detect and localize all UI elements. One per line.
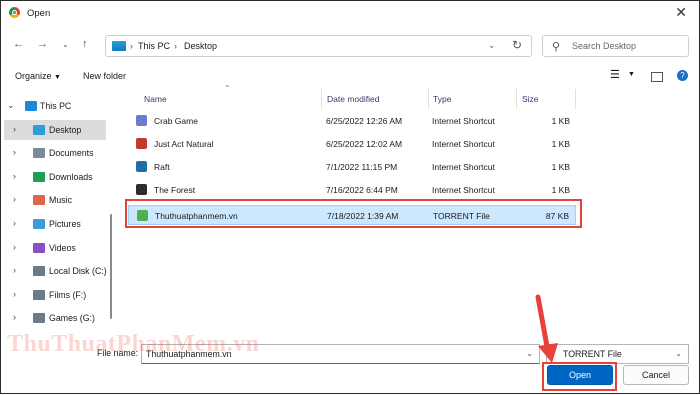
- watermark-part2: PhanMem: [116, 331, 227, 357]
- watermark: ThuThuatPhanMem.vn: [7, 331, 259, 358]
- watermark-part3: .vn: [226, 331, 260, 357]
- open-dialog: Open ✕ ← → ⌄ ↑ › This PC › Desktop ⌄ ↻ ⚲…: [0, 0, 700, 394]
- watermark-part1: ThuThuat: [7, 331, 117, 357]
- sidebar-scrollbar[interactable]: [110, 214, 112, 319]
